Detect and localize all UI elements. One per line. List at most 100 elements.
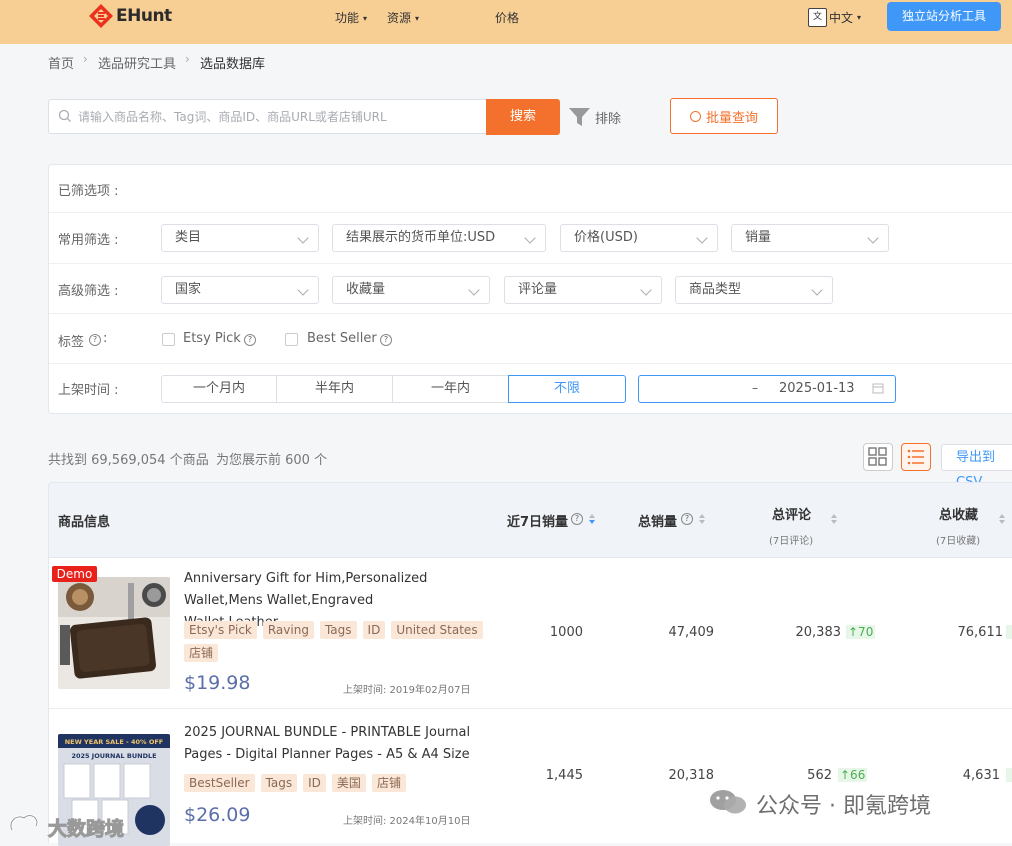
help-icon[interactable]: ?: [571, 513, 583, 525]
search-icon: [58, 109, 71, 122]
watermark-wechat-account: 公众号 · 即氪跨境: [756, 794, 931, 819]
tag[interactable]: Tags: [319, 621, 357, 639]
product-price: $26.09: [184, 804, 251, 826]
tag[interactable]: 美国: [331, 774, 366, 792]
tag[interactable]: ID: [303, 774, 326, 792]
search-input[interactable]: [78, 100, 478, 133]
search-button[interactable]: 搜索: [486, 99, 560, 135]
time-option-month[interactable]: 一个月内: [161, 375, 277, 403]
etsy-pick-checkbox[interactable]: [162, 333, 175, 346]
product-tags: Etsy's Pick Raving Tags ID United States…: [184, 621, 484, 662]
common-filters-label: 常用筛选 :: [58, 233, 119, 248]
product-thumbnail[interactable]: [58, 577, 170, 689]
favorites-change-partial: [1006, 625, 1012, 639]
nav-pricing[interactable]: 价格: [495, 9, 519, 26]
ehunt-logo-icon: [89, 4, 113, 28]
time-option-year[interactable]: 一年内: [392, 375, 509, 403]
sort-icon[interactable]: [588, 513, 596, 525]
exclude-toggle[interactable]: 排除: [595, 108, 621, 127]
nav-features[interactable]: 功能 ▾: [335, 9, 367, 26]
chevron-down-icon: [696, 232, 708, 244]
reviews-change: ↑66: [838, 768, 868, 782]
total-reviews-value: 20,383: [795, 625, 842, 640]
grid-view-button[interactable]: [863, 443, 893, 471]
product-type-select-value: 商品类型: [689, 282, 742, 297]
calendar-icon[interactable]: [872, 382, 884, 394]
sort-icon[interactable]: [698, 513, 706, 525]
nav-resources[interactable]: 资源 ▾: [387, 9, 419, 26]
search-icon: [689, 110, 701, 122]
thumb-title-text: 2025 JOURNAL BUNDLE: [71, 752, 156, 760]
site-analysis-tool-button[interactable]: 独立站分析工具: [887, 2, 1001, 31]
total-sales-value: 47,409: [668, 625, 715, 640]
breadcrumb-current: 选品数据库: [200, 57, 266, 72]
list-view-button[interactable]: [901, 443, 931, 471]
divider: [49, 363, 1012, 364]
thumb-banner-text: NEW YEAR SALE - 40% OFF: [65, 738, 164, 746]
price-select-value: 价格(USD): [574, 230, 638, 245]
chevron-down-icon: [468, 284, 480, 296]
export-csv-button[interactable]: 导出到CSV: [941, 444, 1012, 490]
col-total-favorites-sub: (7日收藏): [936, 536, 981, 547]
col-total-sales[interactable]: 总销量: [638, 511, 677, 530]
brand-logo[interactable]: EHunt: [88, 3, 172, 29]
country-select[interactable]: 国家: [161, 276, 319, 304]
col-total-favorites[interactable]: 总收藏: [939, 504, 978, 523]
total-sales-value: 20,318: [668, 768, 715, 783]
tag[interactable]: Etsy's Pick: [184, 621, 257, 639]
tag[interactable]: 店铺: [371, 774, 406, 792]
product-tags: BestSeller Tags ID 美国 店铺: [184, 774, 484, 792]
nav-resources-label: 资源: [387, 11, 412, 25]
best-seller-checkbox[interactable]: [285, 333, 298, 346]
tag[interactable]: Raving: [262, 621, 314, 639]
date-range-picker[interactable]: [638, 375, 896, 403]
currency-select[interactable]: 结果展示的货币单位:USD: [332, 224, 546, 252]
tag[interactable]: BestSeller: [184, 774, 255, 792]
caret-down-icon: ▾: [415, 14, 420, 23]
total-favorites-value: 76,611: [957, 625, 1004, 640]
sales-select[interactable]: 销量: [731, 224, 889, 252]
tag[interactable]: United States: [391, 621, 483, 639]
price-select[interactable]: 价格(USD): [560, 224, 718, 252]
col-product-info: 商品信息: [58, 515, 111, 530]
listed-date: 上架时间: 2024年10月10日: [343, 816, 471, 827]
date-range-separator: –: [752, 381, 758, 395]
breadcrumb-research-tools[interactable]: 选品研究工具: [98, 53, 176, 72]
date-end-value[interactable]: 2025-01-13: [779, 381, 855, 396]
funnel-icon[interactable]: [568, 106, 591, 128]
help-icon[interactable]: ?: [681, 513, 693, 525]
tag[interactable]: 店铺: [184, 644, 219, 662]
demo-badge: Demo: [52, 566, 97, 582]
favorites-select[interactable]: 收藏量: [332, 276, 490, 304]
selected-filters-label: 已筛选项 :: [58, 184, 119, 199]
help-icon[interactable]: ?: [380, 334, 392, 346]
wallet-photo: [58, 577, 170, 689]
col-sales-7d[interactable]: 近7日销量: [507, 511, 568, 530]
help-icon[interactable]: ?: [244, 334, 256, 346]
reviews-select-value: 评论量: [518, 282, 558, 297]
chevron-down-icon: [524, 232, 536, 244]
total-reviews-value: 562: [807, 768, 832, 783]
category-select[interactable]: 类目: [161, 224, 319, 252]
chevron-down-icon: [297, 284, 309, 296]
caret-down-icon: ▾: [363, 14, 368, 23]
batch-query-button[interactable]: 批量查询: [670, 98, 778, 134]
etsy-pick-label: Etsy Pick: [183, 331, 241, 346]
best-seller-label: Best Seller: [307, 331, 377, 346]
time-option-half-year[interactable]: 半年内: [276, 375, 393, 403]
sort-icon[interactable]: [998, 513, 1006, 525]
col-total-reviews-sub: (7日评论): [769, 536, 814, 547]
col-total-reviews[interactable]: 总评论: [772, 504, 811, 523]
language-switcher[interactable]: 文 中文 ▾: [808, 8, 861, 27]
breadcrumb-home[interactable]: 首页: [48, 53, 74, 72]
advanced-filters-label: 高级筛选 :: [58, 284, 119, 299]
sort-icon[interactable]: [830, 513, 838, 525]
tag[interactable]: Tags: [260, 774, 298, 792]
country-select-value: 国家: [175, 282, 202, 297]
time-option-unlimited[interactable]: 不限: [508, 375, 626, 403]
reviews-select[interactable]: 评论量: [504, 276, 662, 304]
help-icon[interactable]: ?: [89, 334, 101, 346]
tags-label-colon: :: [103, 331, 108, 346]
product-type-select[interactable]: 商品类型: [675, 276, 833, 304]
tag[interactable]: ID: [362, 621, 386, 639]
